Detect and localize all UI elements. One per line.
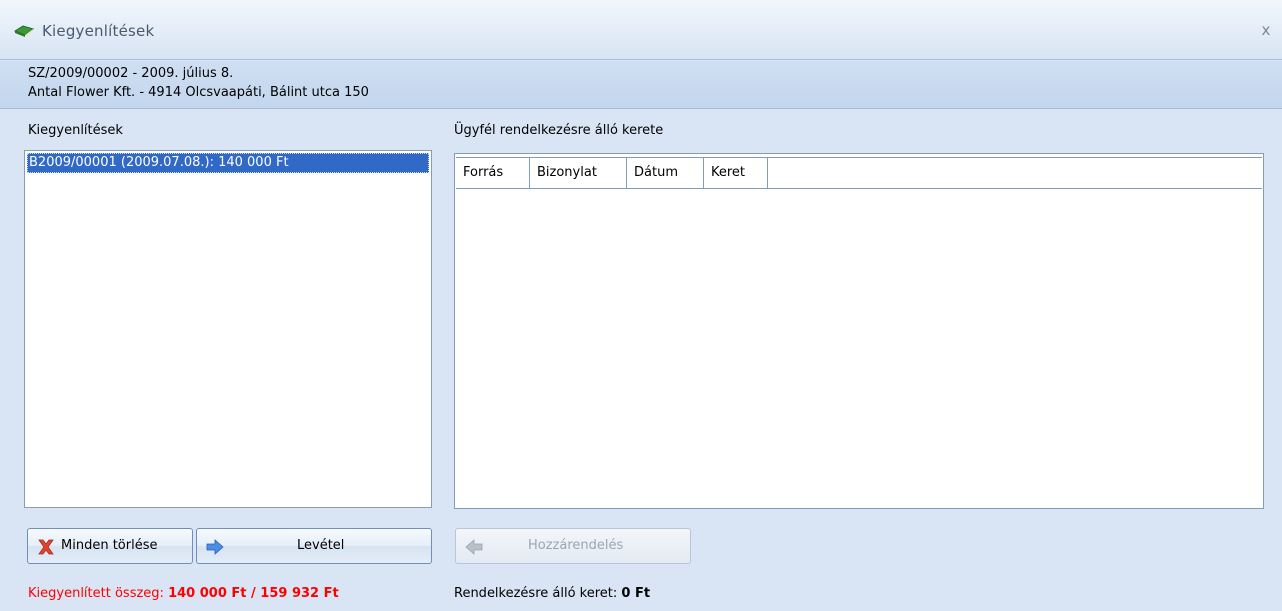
list-item[interactable]: B2009/00001 (2009.07.08.): 140 000 Ft xyxy=(27,153,429,173)
settled-amount-value: 140 000 Ft / 159 932 Ft xyxy=(168,586,339,601)
clear-all-label: Minden törlése xyxy=(61,538,158,553)
remove-label: Levétel xyxy=(297,538,345,553)
assign-label: Hozzárendelés xyxy=(528,538,624,553)
title-bar[interactable]: Kiegyenlítések x xyxy=(0,0,1282,60)
arrow-left-icon xyxy=(465,539,483,555)
available-credit-label: Ügyfél rendelkezésre álló kerete xyxy=(454,123,664,138)
close-icon[interactable]: x xyxy=(1256,20,1276,40)
arrow-right-icon xyxy=(206,539,224,555)
settlements-window: Kiegyenlítések x SZ/2009/00002 - 2009. j… xyxy=(0,0,1282,611)
settlements-label: Kiegyenlítések xyxy=(28,123,123,138)
column-header-credit[interactable]: Keret xyxy=(704,158,768,188)
document-info-bar: SZ/2009/00002 - 2009. július 8. Antal Fl… xyxy=(0,61,1282,109)
assign-button[interactable]: Hozzárendelés xyxy=(455,528,691,564)
available-credit-status-label: Rendelkezésre álló keret: xyxy=(454,586,618,601)
remove-button[interactable]: Levétel xyxy=(196,528,432,564)
settled-amount-label: Kiegyenlített összeg: xyxy=(28,586,164,601)
window-title: Kiegyenlítések xyxy=(42,22,155,40)
clear-all-button[interactable]: Minden törlése xyxy=(27,528,193,564)
column-header-date[interactable]: Dátum xyxy=(627,158,704,188)
available-credit-grid[interactable]: Forrás Bizonylat Dátum Keret xyxy=(454,153,1264,509)
available-credit-value: 0 Ft xyxy=(621,586,651,601)
delete-x-icon xyxy=(38,539,54,555)
customer-address: Antal Flower Kft. - 4914 Olcsvaapáti, Bá… xyxy=(28,85,369,100)
settled-amount-status: Kiegyenlített összeg: 140 000 Ft / 159 9… xyxy=(28,586,339,601)
column-header-document[interactable]: Bizonylat xyxy=(530,158,627,188)
document-number-date: SZ/2009/00002 - 2009. július 8. xyxy=(28,66,234,81)
available-credit-status: Rendelkezésre álló keret: 0 Ft xyxy=(454,586,650,601)
settlements-list[interactable]: B2009/00001 (2009.07.08.): 140 000 Ft xyxy=(24,150,432,508)
grid-header: Forrás Bizonylat Dátum Keret xyxy=(456,157,1262,189)
book-icon xyxy=(14,25,34,37)
column-header-source[interactable]: Forrás xyxy=(456,158,530,188)
